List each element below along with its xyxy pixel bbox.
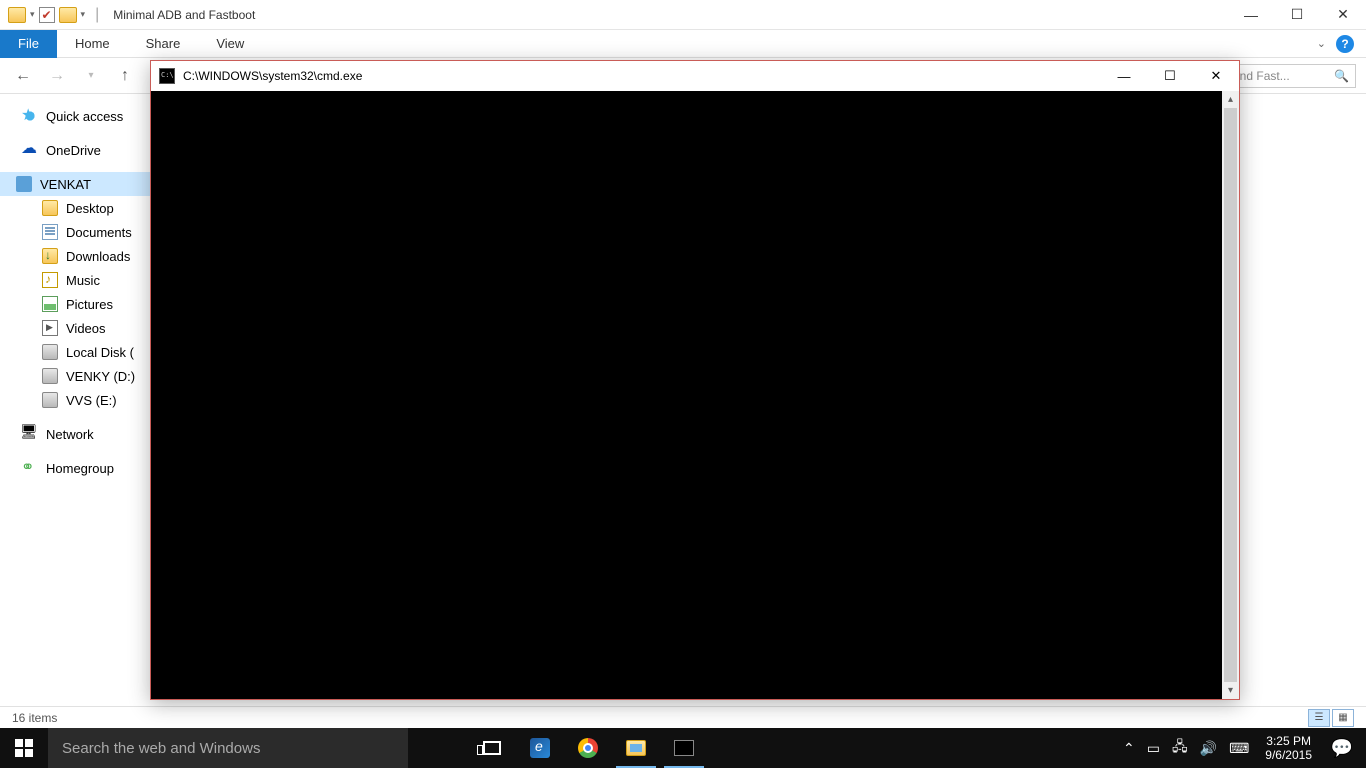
search-placeholder: Search the web and Windows bbox=[62, 740, 260, 757]
cmd-icon bbox=[674, 740, 694, 756]
music-icon bbox=[42, 272, 58, 288]
qat-customize-icon[interactable]: ▾ bbox=[81, 9, 86, 20]
status-bar: 16 items ☰ ▦ bbox=[0, 706, 1366, 728]
cmd-icon bbox=[159, 68, 175, 84]
tab-file[interactable]: File bbox=[0, 30, 57, 58]
sidebar-label: VENKY (D:) bbox=[66, 369, 135, 384]
pictures-icon bbox=[42, 296, 58, 312]
explorer-icon bbox=[626, 740, 646, 756]
taskbar-clock[interactable]: 3:25 PM 9/6/2015 bbox=[1255, 734, 1322, 762]
explorer-titlebar: ▾ ✔ ▾ | Minimal ADB and Fastboot — ☐ ✕ bbox=[0, 0, 1366, 30]
cmd-title: C:\WINDOWS\system32\cmd.exe bbox=[183, 69, 362, 83]
task-view-button[interactable] bbox=[468, 728, 516, 768]
cmd-titlebar[interactable]: C:\WINDOWS\system32\cmd.exe — ☐ ✕ bbox=[151, 61, 1239, 91]
cmd-output[interactable] bbox=[151, 91, 1222, 699]
up-button[interactable]: ↑ bbox=[112, 63, 138, 89]
separator: | bbox=[95, 6, 99, 24]
network-icon bbox=[22, 426, 38, 442]
documents-icon bbox=[42, 224, 58, 240]
sidebar-label: Downloads bbox=[66, 249, 130, 264]
clock-time: 3:25 PM bbox=[1265, 734, 1312, 748]
sidebar-label: Homegroup bbox=[46, 461, 114, 476]
ribbon-collapse-icon[interactable]: ⌄ bbox=[1317, 37, 1326, 50]
star-icon bbox=[22, 108, 38, 124]
disk-icon bbox=[42, 344, 58, 360]
chrome-icon bbox=[578, 738, 598, 758]
qat-dropdown-icon[interactable]: ▾ bbox=[30, 9, 35, 20]
pc-icon bbox=[16, 176, 32, 192]
sidebar-label: Network bbox=[46, 427, 94, 442]
maximize-button[interactable]: ☐ bbox=[1274, 0, 1320, 30]
action-center-button[interactable]: 💬 bbox=[1322, 728, 1362, 768]
sidebar-label: Documents bbox=[66, 225, 132, 240]
sidebar-label: Quick access bbox=[46, 109, 123, 124]
edge-icon bbox=[530, 738, 550, 758]
tab-view[interactable]: View bbox=[198, 30, 262, 58]
taskbar-app-explorer[interactable] bbox=[612, 728, 660, 768]
videos-icon bbox=[42, 320, 58, 336]
taskbar-app-chrome[interactable] bbox=[564, 728, 612, 768]
cmd-minimize-button[interactable]: — bbox=[1101, 61, 1147, 91]
taskbar-search-input[interactable]: Search the web and Windows bbox=[48, 728, 408, 768]
item-count: 16 items bbox=[12, 711, 57, 725]
homegroup-icon bbox=[22, 460, 38, 476]
new-folder-icon[interactable] bbox=[59, 7, 77, 23]
taskbar-app-edge[interactable] bbox=[516, 728, 564, 768]
forward-button[interactable]: → bbox=[44, 63, 70, 89]
help-icon[interactable]: ? bbox=[1336, 35, 1354, 53]
sidebar-label: Videos bbox=[66, 321, 106, 336]
sidebar-label: Desktop bbox=[66, 201, 114, 216]
tab-home[interactable]: Home bbox=[57, 30, 128, 58]
disk-icon bbox=[42, 392, 58, 408]
downloads-icon bbox=[42, 248, 58, 264]
tray-volume-icon[interactable]: 🔊 bbox=[1194, 740, 1223, 757]
sidebar-label: Pictures bbox=[66, 297, 113, 312]
start-button[interactable] bbox=[0, 728, 48, 768]
properties-icon[interactable]: ✔ bbox=[39, 7, 55, 23]
cloud-icon bbox=[22, 142, 38, 158]
windows-logo-icon bbox=[15, 739, 33, 757]
details-view-button[interactable]: ☰ bbox=[1308, 709, 1330, 727]
sidebar-label: Music bbox=[66, 273, 100, 288]
taskbar-app-cmd[interactable] bbox=[660, 728, 708, 768]
cmd-scrollbar[interactable]: ▴ ▾ bbox=[1222, 91, 1239, 699]
sidebar-label: Local Disk ( bbox=[66, 345, 134, 360]
scroll-thumb[interactable] bbox=[1224, 108, 1237, 682]
tray-network-icon[interactable]: 🖧 bbox=[1166, 736, 1194, 760]
cmd-close-button[interactable]: ✕ bbox=[1193, 61, 1239, 91]
tray-keyboard-icon[interactable]: ⌨ bbox=[1223, 740, 1255, 757]
tab-share[interactable]: Share bbox=[128, 30, 199, 58]
cmd-body[interactable]: ▴ ▾ bbox=[151, 91, 1239, 699]
tray-chevron-icon[interactable]: ⌃ bbox=[1117, 740, 1141, 757]
disk-icon bbox=[42, 368, 58, 384]
task-view-icon bbox=[483, 741, 501, 755]
search-icon: 🔍 bbox=[1334, 69, 1349, 83]
tray-battery-icon[interactable]: ▭ bbox=[1141, 740, 1166, 757]
sidebar-label: VENKAT bbox=[40, 177, 91, 192]
folder-icon bbox=[42, 200, 58, 216]
minimize-button[interactable]: — bbox=[1228, 0, 1274, 30]
sidebar-label: VVS (E:) bbox=[66, 393, 117, 408]
history-dropdown-icon[interactable]: ▾ bbox=[78, 63, 104, 89]
cmd-window: C:\WINDOWS\system32\cmd.exe — ☐ ✕ ▴ ▾ bbox=[150, 60, 1240, 700]
folder-icon bbox=[8, 7, 26, 23]
scroll-down-icon[interactable]: ▾ bbox=[1222, 682, 1239, 699]
cmd-maximize-button[interactable]: ☐ bbox=[1147, 61, 1193, 91]
window-title: Minimal ADB and Fastboot bbox=[113, 8, 255, 22]
taskbar: Search the web and Windows ⌃ ▭ 🖧 🔊 ⌨ 3:2… bbox=[0, 728, 1366, 768]
close-button[interactable]: ✕ bbox=[1320, 0, 1366, 30]
scroll-up-icon[interactable]: ▴ bbox=[1222, 91, 1239, 108]
icons-view-button[interactable]: ▦ bbox=[1332, 709, 1354, 727]
ribbon-tabs: File Home Share View ⌄ ? bbox=[0, 30, 1366, 58]
sidebar-label: OneDrive bbox=[46, 143, 101, 158]
clock-date: 9/6/2015 bbox=[1265, 748, 1312, 762]
back-button[interactable]: ← bbox=[10, 63, 36, 89]
